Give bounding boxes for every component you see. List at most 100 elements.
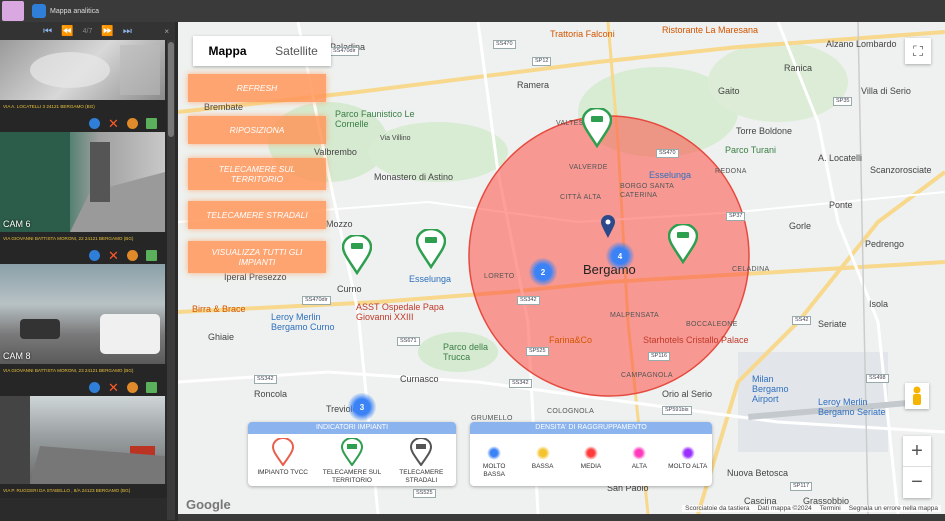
- road-tag: SS470: [656, 149, 679, 158]
- camera-card[interactable]: VIA A. LOCATELLI 3 24121 BERGAMO (BG) ✕: [0, 40, 175, 132]
- title-bar: Mappa analitica: [0, 0, 945, 22]
- poi-label[interactable]: Parco Faunistico Le Cornelle: [335, 109, 415, 129]
- scrollbar-thumb[interactable]: [168, 42, 174, 137]
- last-icon[interactable]: ⏭: [123, 26, 132, 37]
- location-pin-icon[interactable]: [601, 215, 615, 239]
- map-view[interactable]: Paladina Alzano Lombardo Ranica Gaito Vi…: [178, 22, 945, 514]
- fullscreen-button[interactable]: ⛶: [905, 38, 931, 64]
- poi-label[interactable]: Iperal Presezzo: [224, 272, 287, 282]
- reposition-button[interactable]: RIPOSIZIONA: [188, 116, 326, 144]
- remove-icon[interactable]: ✕: [108, 249, 119, 262]
- remove-icon[interactable]: ✕: [108, 381, 119, 394]
- refresh-button[interactable]: REFRESH: [188, 74, 326, 102]
- report-icon[interactable]: [146, 381, 157, 393]
- legend-item: MEDIA: [569, 438, 613, 479]
- place-label: Ponte: [829, 200, 853, 210]
- camera-feed[interactable]: [0, 40, 165, 100]
- territory-camera-marker[interactable]: [668, 224, 698, 264]
- territory-camera-marker[interactable]: [342, 235, 372, 275]
- place-label: Scanzorosciate: [870, 165, 932, 175]
- map-type-satellite[interactable]: Satellite: [262, 36, 331, 66]
- camera-address: VIA GIOVANNI BATTISTA MORONI, 22 24121 B…: [0, 232, 175, 246]
- place-label: Alzano Lombardo: [826, 39, 897, 49]
- zoom-in-button[interactable]: +: [903, 436, 931, 467]
- territory-camera-icon: [340, 438, 363, 466]
- legend-item: TELECAMERE SUL TERRITORIO: [322, 438, 382, 485]
- road-tag: SP37: [726, 212, 746, 221]
- camera-feed[interactable]: CAM 8: [0, 264, 165, 364]
- poi-label[interactable]: Monastero di Astino: [374, 172, 453, 182]
- place-label: Brembate: [204, 102, 244, 112]
- place-label: Valbrembo: [314, 147, 357, 157]
- road-tag: SS671: [397, 337, 420, 346]
- report-icon[interactable]: [146, 117, 157, 129]
- rewind-icon[interactable]: ⏪: [61, 26, 73, 37]
- first-icon[interactable]: ⏮: [43, 26, 52, 37]
- keyboard-shortcuts-link[interactable]: Scorciatoie da tastiera: [685, 505, 749, 512]
- close-icon[interactable]: ×: [164, 27, 169, 36]
- report-error-link[interactable]: Segnala un errore nella mappa: [849, 505, 938, 512]
- camera-address: VIA P. RUGGERI DA STABELLO , 8/A 24123 B…: [0, 484, 175, 498]
- poi-label[interactable]: Starhotels Cristallo Palace: [643, 335, 749, 345]
- legend-item: IMPIANTO TVCC: [253, 438, 313, 485]
- camera-card[interactable]: CAM 8 VIA GIOVANNI BATTISTA MORONI, 23 2…: [0, 264, 175, 396]
- info-icon[interactable]: [89, 381, 100, 393]
- poi-label[interactable]: Parco Turani: [725, 145, 776, 155]
- cluster-marker[interactable]: 3: [348, 393, 376, 421]
- district-label: REDONA: [715, 168, 747, 175]
- place-label: Pedrengo: [865, 239, 905, 249]
- camera-label: CAM 6: [3, 219, 31, 229]
- place-label: Isola: [869, 299, 889, 309]
- locate-icon[interactable]: [127, 381, 138, 393]
- street-cameras-button[interactable]: TELECAMERE STRADALI: [188, 201, 326, 229]
- cluster-marker[interactable]: 4: [606, 242, 634, 270]
- bottom-strip: [178, 514, 945, 521]
- district-label: COLOGNOLA: [547, 408, 595, 415]
- forward-icon[interactable]: ⏩: [101, 26, 113, 37]
- poi-label[interactable]: Esselunga: [649, 170, 691, 180]
- road-tag: SS470dir: [330, 47, 359, 56]
- poi-label[interactable]: Ristorante La Maresana: [662, 25, 758, 35]
- poi-label[interactable]: ASST Ospedale Papa Giovanni XXIII: [356, 302, 466, 322]
- locate-icon[interactable]: [127, 117, 138, 129]
- street-view-icon[interactable]: [905, 383, 929, 409]
- map-type-control: Mappa Satellite: [193, 36, 331, 66]
- terms-link[interactable]: Termini: [820, 505, 841, 512]
- territory-cameras-button[interactable]: TELECAMERE SUL TERRITORIO: [188, 158, 326, 190]
- cluster-marker[interactable]: 2: [529, 258, 557, 286]
- place-label: Ghiaie: [208, 332, 235, 342]
- app-title: Mappa analitica: [50, 7, 100, 15]
- density-dot: [680, 446, 695, 460]
- sidebar-scrollbar[interactable]: [167, 40, 175, 520]
- locate-icon[interactable]: [127, 249, 138, 261]
- remove-icon[interactable]: ✕: [108, 117, 119, 130]
- district-label: MALPENSATA: [610, 312, 660, 319]
- info-icon[interactable]: [89, 249, 100, 261]
- place-label: Gaito: [718, 86, 740, 96]
- poi-label[interactable]: Trattoria Falconi: [550, 29, 615, 39]
- zoom-out-button[interactable]: −: [903, 467, 931, 498]
- menu-button[interactable]: [2, 1, 24, 21]
- poi-label[interactable]: Esselunga: [409, 274, 451, 284]
- poi-label[interactable]: Parco della Trucca: [443, 342, 503, 362]
- camera-feed[interactable]: [0, 396, 165, 484]
- map-type-map[interactable]: Mappa: [193, 36, 262, 66]
- district-label: GRUMELLO: [471, 415, 513, 422]
- camera-card[interactable]: CAM 6 VIA GIOVANNI BATTISTA MORONI, 22 2…: [0, 132, 175, 264]
- territory-camera-marker[interactable]: [416, 229, 446, 269]
- poi-label[interactable]: Farina&Co: [549, 335, 592, 345]
- density-dot: [583, 446, 598, 460]
- poi-label[interactable]: Birra & Brace: [192, 304, 246, 314]
- place-label: Villa di Serio: [861, 86, 911, 96]
- territory-camera-marker[interactable]: [582, 108, 612, 148]
- poi-label[interactable]: Leroy Merlin Bergamo Curno: [271, 312, 349, 332]
- report-icon[interactable]: [146, 249, 157, 261]
- poi-label[interactable]: Milan Bergamo Airport: [752, 374, 812, 404]
- camera-tools: ✕: [0, 378, 175, 396]
- camera-card[interactable]: VIA P. RUGGERI DA STABELLO , 8/A 24123 B…: [0, 396, 175, 498]
- road-tag: SS342: [509, 379, 532, 388]
- info-icon[interactable]: [89, 117, 100, 129]
- poi-label[interactable]: Leroy Merlin Bergamo Seriate: [818, 397, 898, 417]
- camera-feed[interactable]: CAM 6: [0, 132, 165, 232]
- show-all-button[interactable]: VISUALIZZA TUTTI GLI IMPIANTI: [188, 241, 326, 273]
